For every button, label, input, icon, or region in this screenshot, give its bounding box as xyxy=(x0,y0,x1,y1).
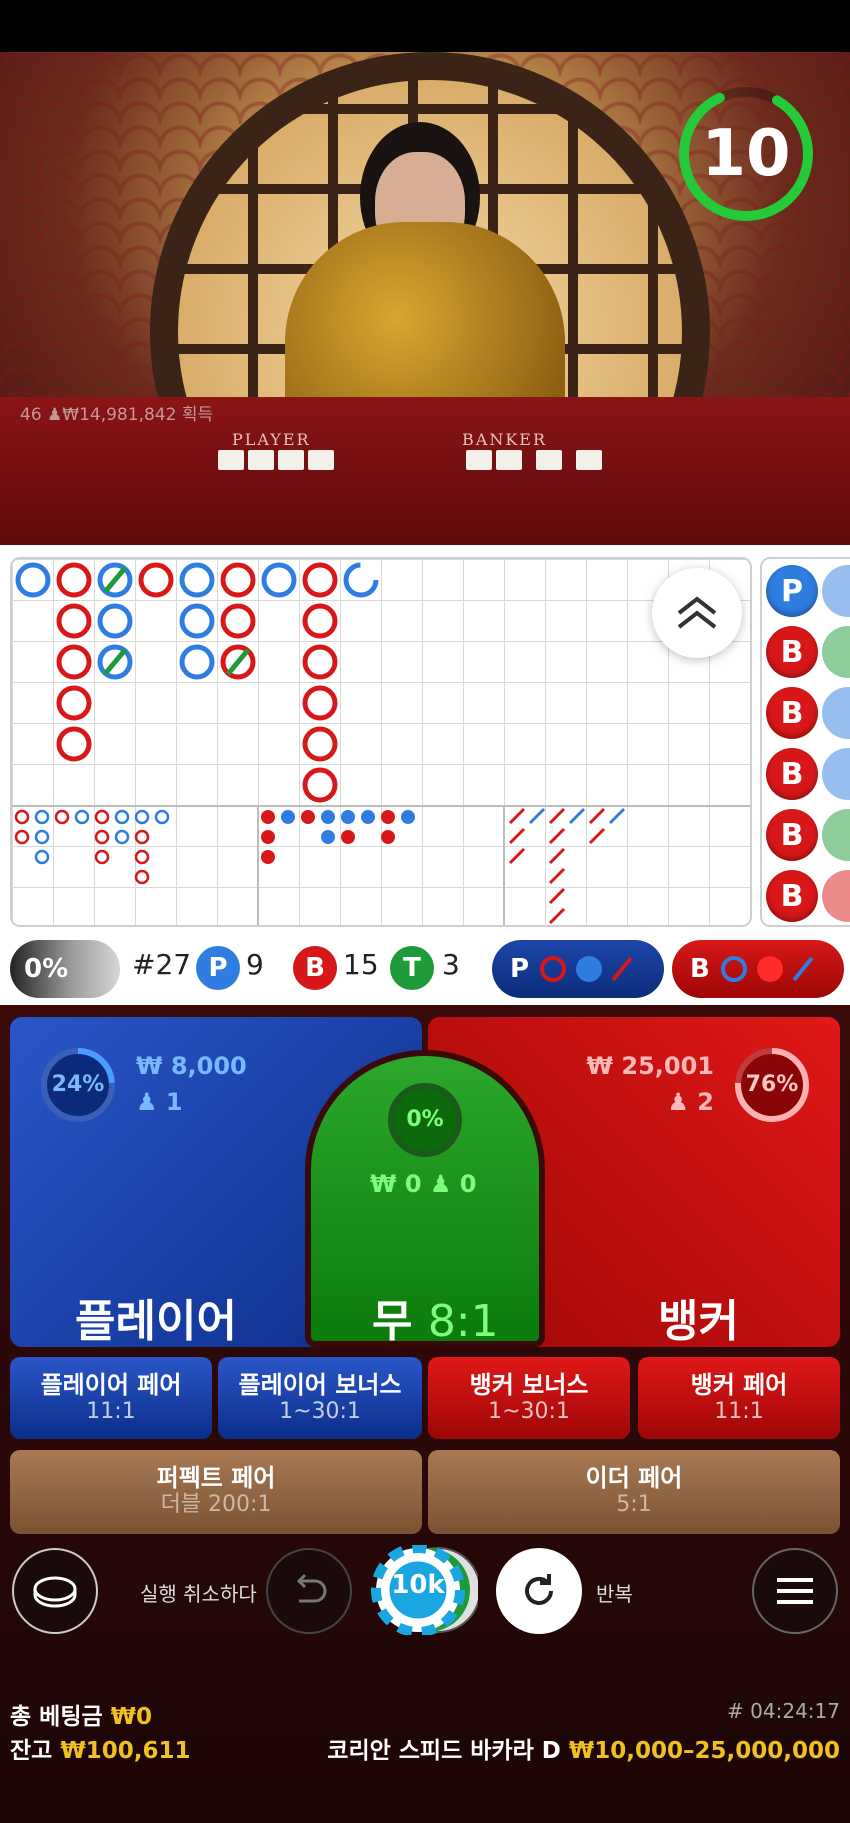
prediction-icons xyxy=(720,956,814,982)
table-player-label: PLAYER xyxy=(232,430,311,449)
person-icon: ♟ xyxy=(429,1170,452,1198)
side-bead-b: B xyxy=(766,748,818,800)
menu-button[interactable] xyxy=(752,1548,838,1634)
prediction-icons xyxy=(540,956,633,982)
chevron-double-up-icon xyxy=(677,596,717,629)
tie-bet-label: 무 8:1 xyxy=(372,1296,499,1347)
banker-count-icon: B xyxy=(293,946,337,990)
repeat-icon xyxy=(525,1574,553,1605)
undo-button[interactable] xyxy=(266,1548,352,1634)
banker-prediction-label: B xyxy=(690,954,710,984)
player-count: 9 xyxy=(246,948,264,981)
tie-percent: 0% xyxy=(406,1107,444,1132)
banker-pair-bet[interactable]: 뱅커 페어 11:1 xyxy=(638,1357,840,1439)
hamburger-icon xyxy=(777,1578,813,1604)
tie-total: ₩ 0 ♟ 0 xyxy=(370,1170,477,1198)
view-toggle-button[interactable] xyxy=(12,1548,98,1634)
banker-count: 15 xyxy=(343,948,379,981)
round-id: # 04:24:17 xyxy=(727,1699,840,1723)
table-view-icon xyxy=(33,1576,77,1608)
table-info: 코리안 스피드 바카라 D ₩10,000–25,000,000 xyxy=(327,1738,840,1764)
player-bonus-bet[interactable]: 플레이어 보너스 1~30:1 xyxy=(218,1357,422,1439)
round-number: #27 xyxy=(132,948,192,981)
undo-label: 실행 취소하다 xyxy=(140,1582,257,1606)
expand-roadmap-button[interactable] xyxy=(652,568,742,658)
player-bet-label: 플레이어 xyxy=(75,1296,237,1347)
banker-total: ₩ 25,001 xyxy=(586,1052,714,1080)
player-prediction-label: P xyxy=(510,954,530,984)
side-bead-b: B xyxy=(766,809,818,861)
player-count-icon: P xyxy=(196,946,240,990)
tie-count: 3 xyxy=(442,948,460,981)
repeat-button[interactable] xyxy=(496,1548,582,1634)
undo-icon xyxy=(296,1573,327,1603)
player-percent: 24% xyxy=(51,1072,105,1097)
tie-count-icon: T xyxy=(390,946,434,990)
banker-bet-label: 뱅커 xyxy=(658,1296,739,1347)
player-bettors: ♟ 1 xyxy=(136,1088,183,1116)
chip-value: 10k xyxy=(391,1570,445,1600)
player-pair-bet[interactable]: 플레이어 페어 11:1 xyxy=(10,1357,212,1439)
player-prediction[interactable]: P xyxy=(492,940,664,998)
side-bead-road: P B B B B B xyxy=(760,557,850,927)
person-icon: ♟ xyxy=(136,1088,166,1116)
banker-bonus-bet[interactable]: 뱅커 보너스 1~30:1 xyxy=(428,1357,630,1439)
side-bead-b: B xyxy=(766,687,818,739)
bead-road[interactable] xyxy=(10,557,752,927)
repeat-label: 반복 xyxy=(596,1582,633,1606)
win-info: 46 ♟₩14,981,842 획득 xyxy=(20,405,214,425)
countdown-number: 10 xyxy=(701,117,791,191)
table-banker-label: BANKER xyxy=(462,430,547,449)
side-bead-b: B xyxy=(766,870,818,922)
side-bead-b: B xyxy=(766,626,818,678)
banker-bettors: ♟ 2 xyxy=(667,1088,714,1116)
balance: 잔고 ₩100,611 xyxy=(10,1738,191,1764)
banker-prediction[interactable]: B xyxy=(672,940,844,998)
either-pair-bet[interactable]: 이더 페어 5:1 xyxy=(428,1450,840,1534)
side-bead-p: P xyxy=(766,565,818,617)
person-icon: ♟ xyxy=(667,1088,698,1116)
perfect-pair-bet[interactable]: 퍼펙트 페어 더블 200:1 xyxy=(10,1450,422,1534)
stats-toggle[interactable]: 0% xyxy=(10,940,120,998)
total-bet: 총 베팅금 ₩0 xyxy=(10,1704,153,1730)
player-total: ₩ 8,000 xyxy=(136,1052,247,1080)
banker-percent: 76% xyxy=(745,1072,799,1097)
